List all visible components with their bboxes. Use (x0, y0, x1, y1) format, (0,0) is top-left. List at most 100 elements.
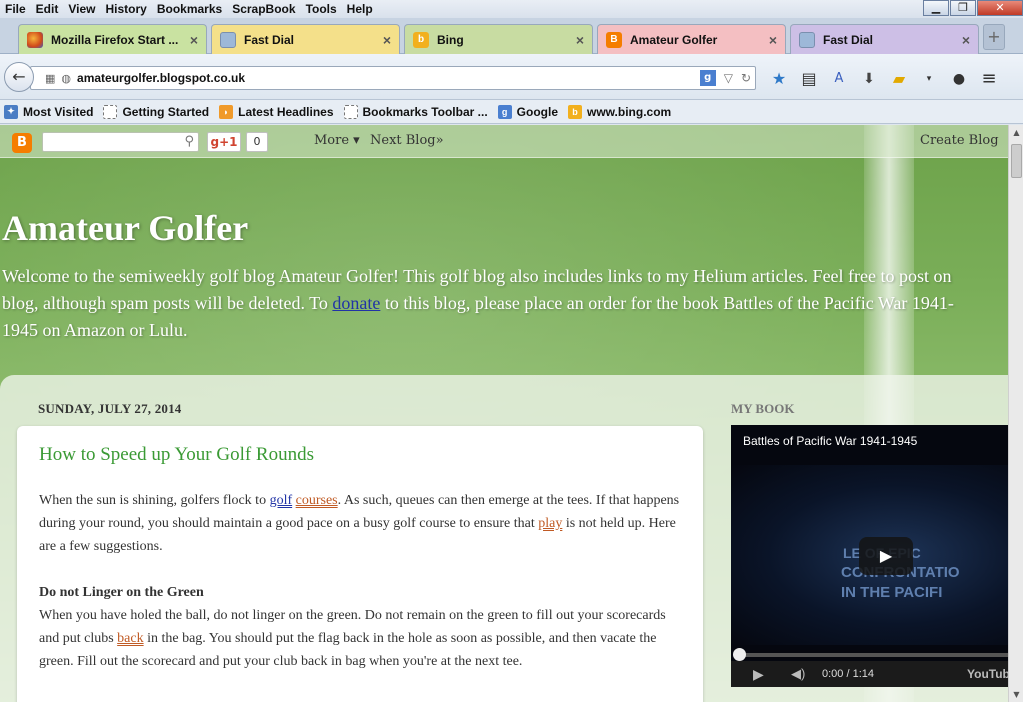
back-button[interactable]: ← (4, 62, 34, 92)
menu-tools[interactable]: Tools (301, 2, 342, 16)
menu-bar: File Edit View History Bookmarks ScrapBo… (0, 0, 1023, 18)
search-icon[interactable]: ⚲ (184, 134, 194, 149)
url-text[interactable]: amateurgolfer.blogspot.co.uk (77, 71, 700, 85)
post-title[interactable]: How to Speed up Your Golf Rounds (39, 444, 314, 466)
description-text: to this blog, please place an order for … (380, 293, 954, 313)
blog-description: Welcome to the semiweekly golf blog Amat… (2, 263, 1008, 344)
menu-view[interactable]: View (63, 2, 100, 16)
keyword-link-play[interactable]: play (538, 516, 562, 531)
page-info-icon[interactable]: ▦ (45, 72, 55, 85)
description-line-2: blog, although spam posts will be delete… (2, 290, 1008, 317)
scroll-up-icon[interactable]: ▲ (1009, 125, 1023, 140)
video-player[interactable]: Battles of Pacific War 1941-1945 LE OF E… (731, 425, 1008, 687)
tab-close-icon[interactable]: × (576, 32, 584, 48)
dropdown-arrow-icon[interactable]: ▽ (724, 71, 733, 85)
bookmark-bing[interactable]: b www.bing.com (568, 104, 671, 119)
keyword-link-back[interactable]: back (117, 631, 143, 646)
bookmark-most-visited[interactable]: ✦ Most Visited (4, 104, 94, 119)
more-dropdown[interactable]: More ▾ (314, 133, 360, 148)
close-window-button[interactable]: ✕ (977, 0, 1023, 16)
bookmarks-bar: ✦ Most Visited Getting Started ◗ Latest … (0, 100, 1023, 124)
tab-label: Bing (437, 32, 464, 47)
bookmark-getting-started[interactable]: Getting Started (103, 104, 209, 119)
bookmark-star-icon[interactable]: ★ (764, 69, 794, 88)
video-progress-bar[interactable] (737, 653, 1008, 657)
reading-list-icon[interactable]: ▤ (794, 69, 824, 88)
video-progress-knob[interactable] (733, 648, 746, 661)
blog-search-input[interactable]: ⚲ (42, 132, 199, 152)
bing-icon: b (413, 31, 429, 48)
video-play-button[interactable]: ▶ (859, 537, 913, 575)
back-arrow-icon: ← (12, 67, 26, 86)
tab-close-icon[interactable]: × (383, 32, 391, 48)
menu-hamburger-icon[interactable]: ≡ (974, 68, 1004, 89)
bookmark-latest-headlines[interactable]: ◗ Latest Headlines (219, 104, 334, 119)
tab-label: Fast Dial (244, 32, 295, 47)
paragraph-text: When the sun is shining, golfers flock t… (39, 493, 270, 508)
google-icon: g (497, 104, 512, 119)
description-text: blog, although spam posts will be delete… (2, 293, 333, 313)
bookmark-bookmarks-toolbar[interactable]: Bookmarks Toolbar ... (343, 104, 488, 119)
blog-post: How to Speed up Your Golf Rounds When th… (17, 426, 703, 702)
next-blog-link[interactable]: Next Blog» (370, 133, 444, 148)
play-icon: ▶ (879, 546, 893, 565)
create-blog-link[interactable]: Create Blog (920, 133, 999, 148)
menu-history[interactable]: History (100, 2, 151, 16)
translate-icon[interactable]: A (824, 71, 854, 86)
tab-fast-dial-1[interactable]: Fast Dial × (211, 24, 400, 54)
scrapbook-folder-icon[interactable]: ▰ (884, 69, 914, 88)
web-page: B ⚲ g+1 0 More ▾ Next Blog» Create Blog … (0, 125, 1008, 702)
menu-help[interactable]: Help (342, 2, 378, 16)
restore-button[interactable]: ❐ (950, 0, 976, 16)
tab-strip: Mozilla Firefox Start ... × Fast Dial × … (0, 18, 1023, 54)
volume-icon[interactable]: ◀) (791, 666, 805, 682)
description-line-3: 1945 on Amazon or Lulu. (2, 320, 188, 340)
video-title[interactable]: Battles of Pacific War 1941-1945 (743, 434, 917, 448)
new-tab-button[interactable]: + (983, 24, 1005, 50)
keyword-link-courses[interactable]: courses (296, 493, 338, 508)
rss-icon: ◗ (219, 104, 234, 119)
download-icon[interactable]: ⬇ (854, 71, 884, 87)
google-plus-count: 0 (246, 132, 268, 152)
keyword-link-golf[interactable]: golf (270, 493, 293, 508)
bookmark-label: Most Visited (23, 104, 94, 119)
donate-link[interactable]: donate (332, 293, 380, 313)
search-engine-icon[interactable]: g (699, 70, 716, 86)
reload-icon[interactable]: ↻ (741, 71, 751, 85)
page-scrollbar[interactable]: ▲ ▼ (1008, 125, 1023, 702)
youtube-logo-icon[interactable]: YouTube (967, 667, 1008, 681)
tab-close-icon[interactable]: × (769, 32, 777, 48)
fastdial-icon (220, 31, 236, 48)
page-icon (103, 104, 118, 119)
tab-amateur-golfer[interactable]: B Amateur Golfer × (597, 24, 786, 54)
bookmark-google[interactable]: g Google (497, 104, 558, 119)
tab-bing[interactable]: b Bing × (404, 24, 593, 54)
blogger-icon: B (606, 31, 622, 48)
scrollbar-thumb[interactable] (1011, 144, 1022, 178)
toolbar-icons: ★ ▤ A ⬇ ▰ ▾ ● ≡ (764, 68, 1004, 89)
menu-scrapbook[interactable]: ScrapBook (227, 2, 300, 16)
tab-mozilla-firefox-start[interactable]: Mozilla Firefox Start ... × (18, 24, 207, 54)
addon-icon[interactable]: ● (944, 71, 974, 87)
tab-close-icon[interactable]: × (962, 32, 970, 48)
scrapbook-dropdown-icon[interactable]: ▾ (914, 74, 944, 84)
tab-close-icon[interactable]: × (190, 32, 198, 48)
bookmark-label: Google (516, 104, 558, 119)
sidebar-heading: MY BOOK (731, 401, 795, 416)
blogger-logo-icon[interactable]: B (12, 133, 32, 153)
blog-title[interactable]: Amateur Golfer (2, 207, 248, 249)
menu-edit[interactable]: Edit (31, 2, 64, 16)
play-icon[interactable]: ▶ (753, 666, 764, 683)
menu-file[interactable]: File (0, 2, 31, 16)
url-bar[interactable]: ▦ ◍ amateurgolfer.blogspot.co.uk g ▽ ↻ (30, 66, 756, 90)
scroll-down-icon[interactable]: ▼ (1009, 687, 1023, 702)
video-time: 0:00 / 1:14 (822, 668, 874, 680)
fastdial-icon (799, 31, 815, 48)
google-plus-one-button[interactable]: g+1 (207, 132, 241, 152)
tab-label: Mozilla Firefox Start ... (51, 32, 179, 47)
minimize-button[interactable]: ▁ (923, 0, 949, 16)
tab-fast-dial-2[interactable]: Fast Dial × (790, 24, 979, 54)
bookmark-label: Bookmarks Toolbar ... (362, 104, 488, 119)
menu-bookmarks[interactable]: Bookmarks (152, 2, 227, 16)
firefox-icon (27, 31, 43, 48)
